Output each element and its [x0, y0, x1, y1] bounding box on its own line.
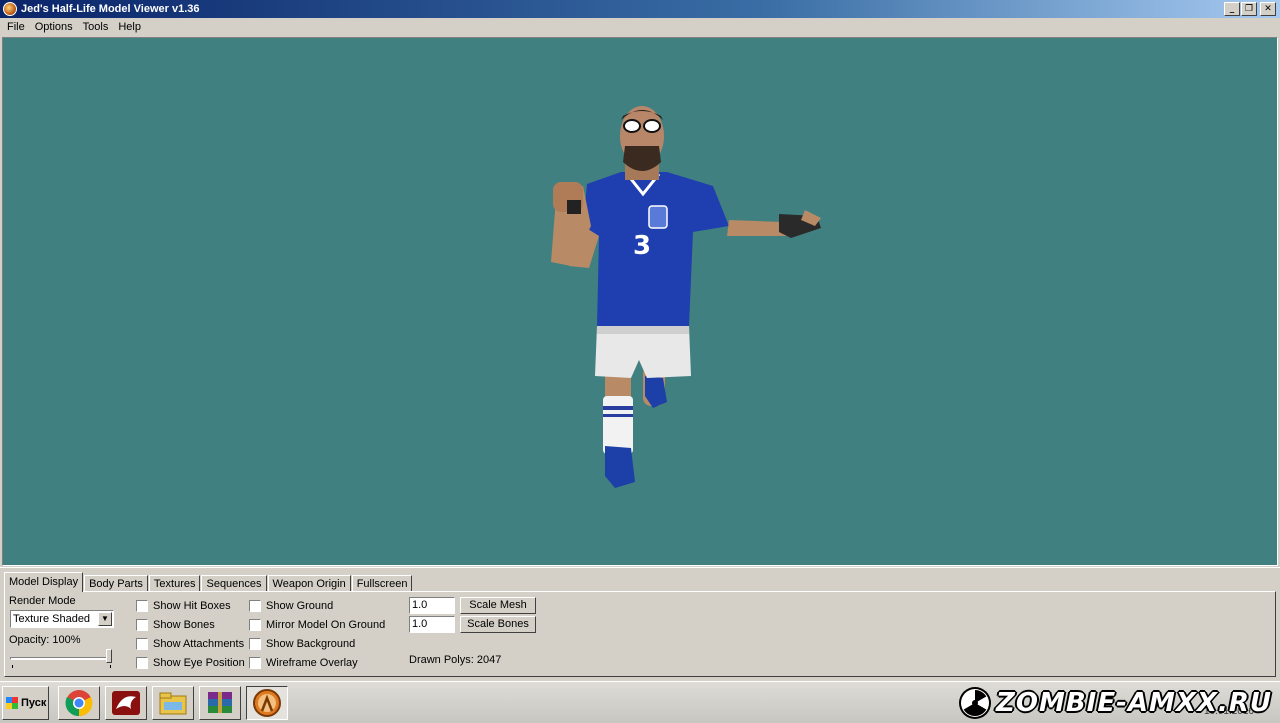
menu-bar: File Options Tools Help	[0, 18, 1280, 36]
game-icon	[112, 691, 140, 715]
tab-body-parts[interactable]: Body Parts	[84, 575, 148, 592]
checkbox-label: Show Background	[266, 638, 356, 650]
show-attachments-checkbox[interactable]: Show Attachments	[136, 638, 244, 650]
window-title: Jed's Half-Life Model Viewer v1.36	[21, 3, 200, 15]
app-icon	[3, 2, 17, 16]
menu-options[interactable]: Options	[30, 21, 78, 33]
checkbox-box[interactable]	[249, 657, 261, 669]
model-display-panel: Render Mode Texture Shaded ▼ Opacity: 10…	[4, 591, 1276, 677]
chevron-down-icon[interactable]: ▼	[98, 612, 112, 626]
scale-mesh-input[interactable]: 1.0	[409, 597, 455, 614]
tab-model-display[interactable]: Model Display	[4, 572, 84, 592]
checkbox-box[interactable]	[136, 638, 148, 650]
checkbox-label: Show Eye Position	[153, 657, 245, 669]
checkbox-label: Show Bones	[153, 619, 215, 631]
taskbar-chrome[interactable]	[58, 686, 100, 720]
tab-sequences[interactable]: Sequences	[201, 575, 267, 592]
drawn-polys-readout: Drawn Polys: 2047	[409, 654, 502, 666]
render-mode-select[interactable]: Texture Shaded ▼	[10, 610, 114, 628]
slider-tick-max	[110, 665, 111, 668]
scale-bones-input[interactable]: 1.0	[409, 616, 455, 633]
show-ground-checkbox[interactable]: Show Ground	[249, 600, 333, 612]
minimize-button[interactable]: _	[1224, 2, 1240, 16]
radiation-icon	[959, 687, 992, 719]
slider-thumb[interactable]	[106, 649, 112, 663]
render-mode-label: Render Mode	[9, 595, 76, 607]
taskbar-hlmv[interactable]	[246, 686, 288, 720]
tab-textures[interactable]: Textures	[148, 575, 201, 592]
checkbox-box[interactable]	[136, 657, 148, 669]
checkbox-label: Mirror Model On Ground	[266, 619, 386, 631]
windows-flag-icon	[6, 697, 18, 709]
taskbar-winrar[interactable]	[199, 686, 241, 720]
model-viewport[interactable]: 3	[2, 37, 1278, 566]
scale-mesh-button[interactable]: Scale Mesh	[460, 597, 536, 614]
wireframe-overlay-checkbox[interactable]: Wireframe Overlay	[249, 657, 358, 669]
winrar-icon	[208, 692, 232, 713]
window-controls: _ ❐ ✕	[1224, 2, 1276, 16]
checkbox-box[interactable]	[249, 600, 261, 612]
player-model-render: 3	[551, 106, 821, 488]
mirror-model-checkbox[interactable]: Mirror Model On Ground	[249, 619, 385, 631]
menu-help[interactable]: Help	[113, 21, 146, 33]
slider-tick-min	[12, 665, 13, 668]
watermark-text: ZOMBIE-AMXX.RU	[996, 688, 1272, 718]
svg-text:3: 3	[633, 231, 651, 261]
render-mode-value: Texture Shaded	[13, 613, 91, 625]
opacity-label: Opacity: 100%	[9, 634, 81, 646]
control-panel: Model Display Body Parts Textures Sequen…	[0, 567, 1280, 680]
restore-button[interactable]: ❐	[1241, 2, 1257, 16]
menu-file[interactable]: File	[2, 21, 30, 33]
explorer-icon	[159, 692, 187, 715]
opacity-slider[interactable]	[10, 649, 114, 669]
show-bones-checkbox[interactable]: Show Bones	[136, 619, 215, 631]
show-hit-boxes-checkbox[interactable]: Show Hit Boxes	[136, 600, 231, 612]
title-bar: Jed's Half-Life Model Viewer v1.36 _ ❐ ✕	[0, 0, 1280, 18]
taskbar-explorer[interactable]	[152, 686, 194, 720]
tab-fullscreen[interactable]: Fullscreen	[351, 575, 413, 592]
checkbox-label: Show Ground	[266, 600, 334, 612]
slider-track	[10, 657, 110, 660]
tab-strip: Model Display Body Parts Textures Sequen…	[4, 572, 413, 592]
close-button[interactable]: ✕	[1260, 2, 1276, 16]
menu-tools[interactable]: Tools	[78, 21, 114, 33]
scale-bones-button[interactable]: Scale Bones	[460, 616, 536, 633]
checkbox-box[interactable]	[249, 619, 261, 631]
chrome-icon	[65, 690, 93, 717]
show-eye-position-checkbox[interactable]: Show Eye Position	[136, 657, 245, 669]
hlmv-icon	[253, 689, 281, 717]
tab-weapon-origin[interactable]: Weapon Origin	[267, 575, 351, 592]
checkbox-label: Wireframe Overlay	[266, 657, 358, 669]
checkbox-box[interactable]	[136, 600, 148, 612]
start-label: Пуск	[21, 697, 47, 709]
taskbar-game[interactable]	[105, 686, 147, 720]
checkbox-label: Show Attachments	[153, 638, 245, 650]
start-button[interactable]: Пуск	[2, 686, 49, 720]
checkbox-box[interactable]	[249, 638, 261, 650]
checkbox-box[interactable]	[136, 619, 148, 631]
watermark: ZOMBIE-AMXX.RU	[958, 686, 1272, 720]
checkbox-label: Show Hit Boxes	[153, 600, 231, 612]
show-background-checkbox[interactable]: Show Background	[249, 638, 355, 650]
